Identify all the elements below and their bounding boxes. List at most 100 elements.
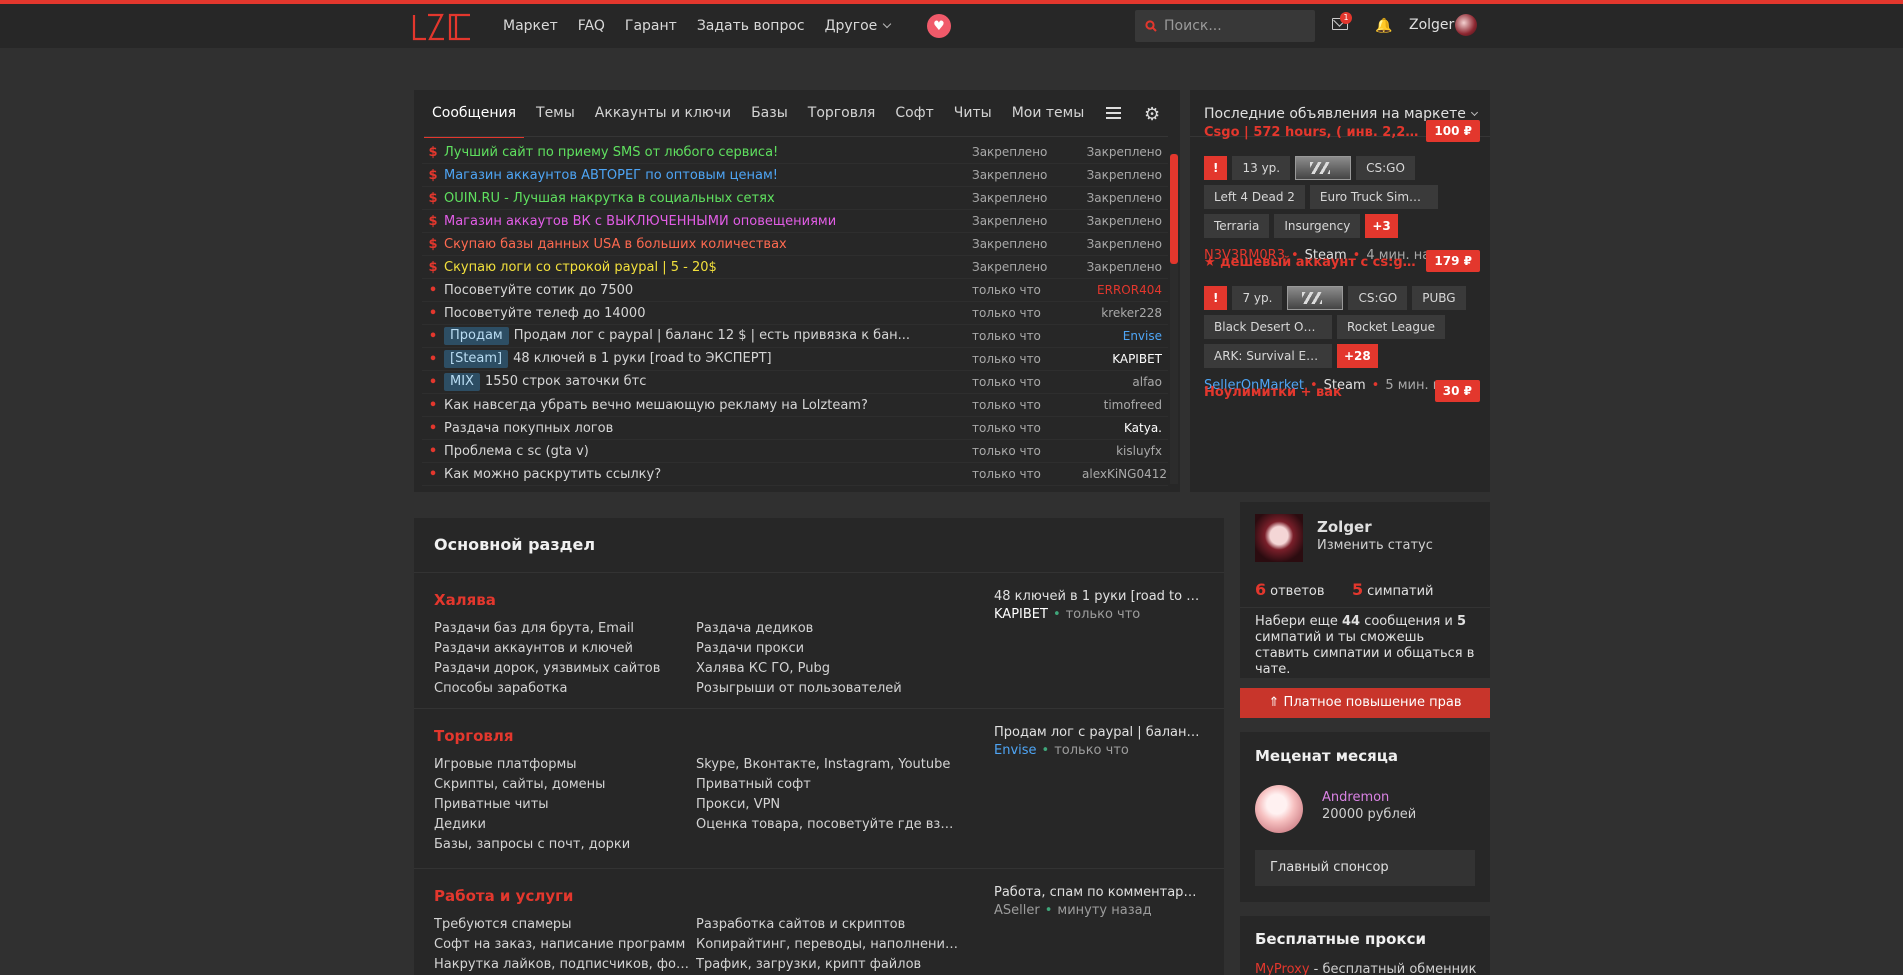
tab-accounts[interactable]: Аккаунты и ключи (587, 90, 739, 136)
header-avatar[interactable] (1455, 14, 1477, 36)
thread-row[interactable]: • Раздача покупных логов только что Katya. (422, 417, 1168, 440)
thread-scrollbar[interactable] (1170, 154, 1178, 484)
thread-author[interactable]: Закреплено (1082, 214, 1168, 228)
tab-topics[interactable]: Темы (528, 90, 583, 136)
menu-icon[interactable] (1106, 107, 1122, 119)
thread-title[interactable]: Скупаю базы данных USA в больших количес… (444, 237, 972, 252)
subforum-link[interactable]: Игровые платформы (434, 757, 696, 774)
more-games-tag[interactable]: +3 (1365, 214, 1398, 238)
subforum-link[interactable]: Базы, запросы с почт, дорки (434, 837, 696, 854)
warning-tag[interactable]: ! (1204, 286, 1228, 310)
subforum-link[interactable]: Приватный софт (696, 777, 958, 794)
market-item-title[interactable]: Ноулимитки + вак (1204, 385, 1424, 400)
thread-author[interactable]: alfao (1082, 375, 1168, 389)
bell-icon[interactable]: 🔔 (1375, 18, 1392, 34)
subforum-link[interactable]: Трафик, загрузки, крипт файлов (696, 957, 958, 974)
market-item-title[interactable]: Csgo | 572 hours, ( инв. 2,283.22... (1204, 125, 1424, 140)
subforum-link[interactable]: Прокси, VPN (696, 797, 958, 814)
market-item-price[interactable]: 179 ₽ (1426, 250, 1480, 272)
subforum-link[interactable]: Разработка сайтов и скриптов (696, 917, 958, 934)
thread-title[interactable]: Как навсегда убрать вечно мешающую рекла… (444, 398, 972, 413)
patron-avatar[interactable] (1255, 785, 1303, 833)
thread-row[interactable]: • Посоветуйте телеф до 14000 только что kre… (422, 302, 1168, 325)
change-status-link[interactable]: Изменить статус (1317, 538, 1433, 553)
thread-title[interactable]: Посоветуйте телеф до 14000 (444, 306, 972, 321)
patron-name[interactable]: Andremon (1322, 790, 1389, 805)
last-post-title[interactable]: 48 ключей в 1 руки [road to ЭК... (994, 589, 1204, 604)
tab-bases[interactable]: Базы (743, 90, 796, 136)
nav-faq[interactable]: FAQ (578, 18, 605, 34)
subforum-link[interactable]: Раздачи баз для брута, Email (434, 621, 696, 638)
thread-author[interactable]: kisluyfx (1082, 444, 1168, 458)
thread-author[interactable]: Закреплено (1082, 260, 1168, 274)
heart-icon[interactable]: ♥ (927, 14, 951, 38)
site-logo[interactable] (412, 13, 472, 41)
subforum-link[interactable]: Требуются спамеры (434, 917, 696, 934)
header-username[interactable]: Zolger (1409, 17, 1454, 33)
last-post-title[interactable]: Работа, спам по комментариям (994, 885, 1204, 900)
subforum-link[interactable]: Софт на заказ, написание программ (434, 937, 696, 954)
thread-row[interactable]: $ Скупаю логи со строкой paypal | 5 - 20$… (422, 256, 1168, 279)
tab-trade[interactable]: Торговля (800, 90, 884, 136)
thread-author[interactable]: alexKiNG0412 (1082, 467, 1168, 481)
thread-row[interactable]: $ Лучший сайт по приему SMS от любого сер… (422, 141, 1168, 164)
nav-other[interactable]: Другое (825, 18, 892, 34)
profile-name[interactable]: Zolger (1317, 518, 1372, 536)
thread-title[interactable]: Как можно раскрутить ссылку? (444, 467, 972, 482)
forum-section-title[interactable]: Халява (434, 591, 496, 609)
thread-author[interactable]: Закреплено (1082, 191, 1168, 205)
last-post-user[interactable]: KAPIBET (994, 607, 1048, 622)
subforum-link[interactable]: Скрипты, сайты, домены (434, 777, 696, 794)
thread-author[interactable]: Katya. (1082, 421, 1168, 435)
warning-tag[interactable]: ! (1204, 156, 1228, 180)
thread-row[interactable]: • [Steam] 48 ключей в 1 руки [road to ЭКСП… (422, 348, 1168, 371)
market-item-price[interactable]: 100 ₽ (1426, 120, 1480, 142)
thread-author[interactable]: Envise (1082, 329, 1168, 343)
subforum-link[interactable]: Оценка товара, посоветуйте где взять (696, 817, 958, 834)
last-post-user[interactable]: Envise (994, 743, 1037, 758)
subforum-link[interactable]: Skype, Вконтакте, Instagram, Youtube (696, 757, 958, 774)
thread-author[interactable]: ERROR404 (1082, 283, 1168, 297)
profile-avatar[interactable] (1255, 514, 1303, 562)
gear-icon[interactable]: ⚙ (1144, 104, 1160, 125)
thread-row[interactable]: • Как можно раскрутить ссылку? только что a… (422, 463, 1168, 486)
thread-author[interactable]: timofreed (1082, 398, 1168, 412)
thread-row[interactable]: $ Магазин аккаунтов АВТОРЕГ по оптовым це… (422, 164, 1168, 187)
thread-row[interactable]: $ Скупаю базы данных USA в больших количе… (422, 233, 1168, 256)
tab-messages[interactable]: Сообщения (424, 90, 525, 138)
thread-title[interactable]: Магазин аккаутов ВК с ВЫКЛЮЧЕННЫМИ опове… (444, 214, 972, 229)
proxies-user[interactable]: MyProxy (1255, 962, 1310, 975)
subforum-link[interactable]: Раздача дедиков (696, 621, 958, 638)
thread-row[interactable]: • Как навсегда убрать вечно мешающую рекл… (422, 394, 1168, 417)
scrollbar-thumb[interactable] (1170, 154, 1178, 264)
forum-section-title[interactable]: Работа и услуги (434, 887, 573, 905)
thread-row[interactable]: $ OUIN.RU - Лучшая накрутка в социальных … (422, 187, 1168, 210)
thread-author[interactable]: kreker228 (1082, 306, 1168, 320)
thread-title[interactable]: Посоветуйте сотик до 7500 (444, 283, 972, 298)
subforum-link[interactable]: Дедики (434, 817, 696, 834)
last-post-title[interactable]: Продам лог с paypal | баланс 1... (994, 725, 1204, 740)
nav-guarantor[interactable]: Гарант (625, 18, 677, 34)
thread-author[interactable]: Закреплено (1082, 237, 1168, 251)
thread-row[interactable]: • Продам Продам лог с paypal | баланс 12 $… (422, 325, 1168, 348)
nav-market[interactable]: Маркет (503, 18, 558, 34)
thread-title[interactable]: Продам Продам лог с paypal | баланс 12 $ … (444, 327, 972, 345)
thread-row[interactable]: • Посоветуйте сотик до 7500 только что ERRO… (422, 279, 1168, 302)
thread-author[interactable]: KAPIBET (1082, 352, 1168, 366)
tab-my-topics[interactable]: Мои темы (1004, 90, 1093, 136)
subforum-link[interactable]: Раздачи дорок, уязвимых сайтов (434, 661, 696, 678)
search-input[interactable] (1164, 18, 1304, 34)
thread-title[interactable]: OUIN.RU - Лучшая накрутка в социальных с… (444, 191, 972, 206)
thread-author[interactable]: Закреплено (1082, 168, 1168, 182)
thread-row[interactable]: $ Магазин аккаутов ВК с ВЫКЛЮЧЕННЫМИ опов… (422, 210, 1168, 233)
thread-author[interactable]: Закреплено (1082, 145, 1168, 159)
market-item-price[interactable]: 30 ₽ (1434, 380, 1480, 402)
thread-title[interactable]: Магазин аккаунтов АВТОРЕГ по оптовым цен… (444, 168, 972, 183)
thread-title[interactable]: Лучший сайт по приему SMS от любого серв… (444, 145, 972, 160)
subforum-link[interactable]: Приватные читы (434, 797, 696, 814)
tab-cheats[interactable]: Читы (946, 90, 1000, 136)
subforum-link[interactable]: Халява КС ГО, Pubg (696, 661, 958, 678)
subforum-link[interactable]: Раздачи прокси (696, 641, 958, 658)
subforum-link[interactable]: Раздачи аккаунтов и ключей (434, 641, 696, 658)
subforum-link[interactable]: Накрутка лайков, подписчиков, фолло... (434, 957, 696, 974)
